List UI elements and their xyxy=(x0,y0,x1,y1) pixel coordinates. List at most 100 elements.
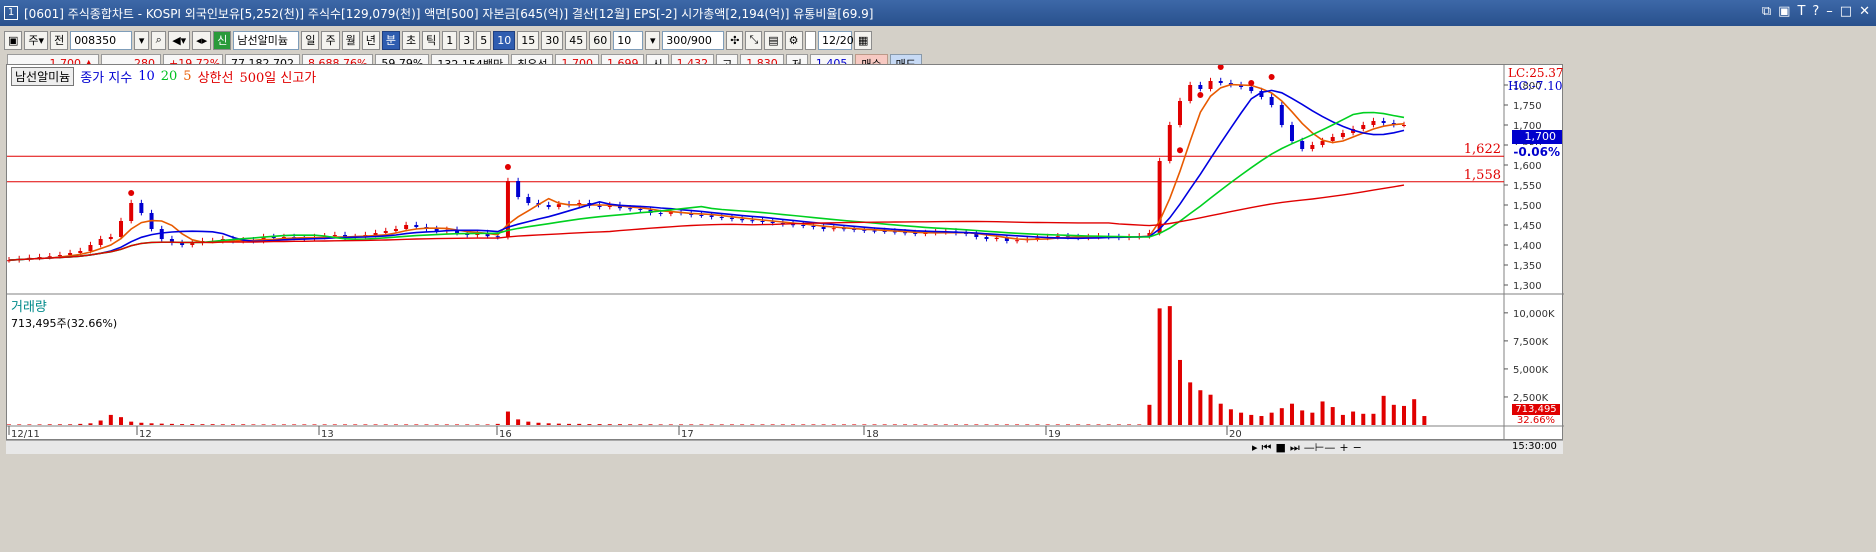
price-tick-label: 1,500 xyxy=(1513,201,1542,212)
volume-bar xyxy=(78,423,83,425)
stock-code-input[interactable]: 008350 xyxy=(70,30,133,50)
ma20-line xyxy=(8,111,1405,261)
change-marker: -0.06% xyxy=(1512,145,1562,159)
candle-body xyxy=(760,221,765,222)
candle-body xyxy=(801,225,806,226)
volume-bar xyxy=(668,424,673,425)
tile-icon[interactable]: ▣ xyxy=(1778,4,1790,19)
period-month[interactable]: 월 xyxy=(341,30,360,50)
candle-body xyxy=(638,209,643,210)
candle-body xyxy=(526,197,531,203)
interval-dropdown-icon[interactable]: ▾ xyxy=(645,30,661,50)
period-week[interactable]: 주 xyxy=(321,30,340,50)
interval-1[interactable]: 1 xyxy=(442,30,458,50)
interval-3[interactable]: 3 xyxy=(459,30,475,50)
trend-tool-icon[interactable]: ⤡ xyxy=(745,30,763,50)
volume-bar xyxy=(1157,308,1162,425)
volume-bar xyxy=(1300,410,1305,425)
volume-bar xyxy=(241,424,246,425)
volume-bar xyxy=(872,424,877,425)
volume-bar xyxy=(1208,394,1213,425)
close-icon[interactable]: ✕ xyxy=(1859,4,1870,19)
forward-icon[interactable]: ⏭ xyxy=(1290,441,1300,455)
interval-5[interactable]: 5 xyxy=(476,30,492,50)
volume-bar xyxy=(617,424,622,425)
new-high-dot xyxy=(128,190,135,196)
volume-bar xyxy=(302,424,307,425)
volume-bar xyxy=(231,424,236,425)
minimize-icon[interactable]: – xyxy=(1826,4,1833,19)
maximize-icon[interactable]: □ xyxy=(1840,4,1852,19)
volume-bar xyxy=(1106,424,1111,425)
font-icon[interactable]: T xyxy=(1797,4,1805,19)
zoom-slider[interactable]: —⊢— xyxy=(1304,441,1336,455)
period-tick[interactable]: 틱 xyxy=(422,30,441,50)
interval-10[interactable]: 10 xyxy=(493,30,516,50)
new-high-dot xyxy=(1268,74,1275,80)
volume-bar xyxy=(638,424,643,425)
chart-area[interactable]: 1,8001,7501,7001,6501,6001,5501,5001,450… xyxy=(6,64,1564,441)
zoom-out-icon[interactable]: − xyxy=(1353,441,1362,455)
scroll-right-icon[interactable]: ▸ xyxy=(1252,441,1258,455)
stop-icon[interactable]: ■ xyxy=(1275,441,1285,455)
volume-bar xyxy=(190,424,195,425)
volume-tick-label: 2,500K xyxy=(1513,393,1549,404)
date-checkbox[interactable] xyxy=(804,30,817,50)
volume-bar xyxy=(108,414,113,425)
volume-bar xyxy=(149,423,154,425)
candle-body xyxy=(1279,105,1284,125)
mode-select[interactable]: 전 xyxy=(50,30,69,50)
period-second[interactable]: 초 xyxy=(401,30,421,50)
candle-body xyxy=(1289,125,1294,141)
interval-15[interactable]: 15 xyxy=(517,30,540,50)
volume-bar xyxy=(251,424,256,425)
code-dropdown-icon[interactable]: ▾ xyxy=(134,30,150,50)
volume-bar xyxy=(679,424,684,425)
help-icon[interactable]: ? xyxy=(1812,4,1819,19)
sound-icon[interactable]: ◀▾ xyxy=(168,30,191,50)
count-input[interactable]: 300/900 xyxy=(662,30,725,50)
candle-body xyxy=(1188,85,1193,101)
stock-name: 남선알미늄 xyxy=(233,30,300,50)
chart-canvas[interactable]: 1,8001,7501,7001,6501,6001,5501,5001,450… xyxy=(7,65,1564,441)
candle-body xyxy=(729,217,734,219)
zoom-in-icon[interactable]: + xyxy=(1339,441,1348,455)
volume-bar xyxy=(994,424,999,425)
volume-bar xyxy=(1045,424,1050,425)
period-minute[interactable]: 분 xyxy=(381,30,400,50)
volume-bar xyxy=(1025,424,1030,425)
interval-30[interactable]: 30 xyxy=(541,30,564,50)
volume-bar xyxy=(312,424,317,425)
date-input[interactable]: 12/20 xyxy=(818,30,854,50)
volume-tick-label: 10,000K xyxy=(1513,309,1555,320)
volume-bar xyxy=(119,417,124,425)
interval-select[interactable]: 10 xyxy=(613,30,644,50)
volume-bar xyxy=(1422,416,1427,425)
volume-bar xyxy=(953,424,958,425)
window-icon[interactable]: 1 xyxy=(4,6,18,20)
x-tick-label: 12/11 xyxy=(11,429,40,440)
save-icon[interactable]: ▤ xyxy=(764,30,783,50)
candle-body xyxy=(1249,87,1254,91)
candle-body xyxy=(872,230,877,232)
prev-next-icon[interactable]: ◂▸ xyxy=(192,30,212,50)
layout-icon[interactable]: ▣ xyxy=(4,30,23,50)
volume-pct-marker: 32.66% xyxy=(1516,415,1556,426)
crosshair-icon[interactable]: ✣ xyxy=(726,30,744,50)
type-select[interactable]: 주 ▾ xyxy=(24,30,49,50)
settings-icon[interactable]: ⚙ xyxy=(784,30,803,50)
rewind-icon[interactable]: ⏮ xyxy=(1262,441,1272,455)
new-high-dot xyxy=(1248,80,1255,86)
ma5-line xyxy=(8,83,1405,261)
period-year[interactable]: 년 xyxy=(361,30,380,50)
legend-stock-name[interactable]: 남선알미늄 xyxy=(11,67,75,86)
interval-45[interactable]: 45 xyxy=(565,30,588,50)
calendar-icon[interactable]: ▦ xyxy=(854,30,873,50)
search-icon[interactable]: ⌕ xyxy=(151,30,167,50)
candle-body xyxy=(180,243,185,245)
interval-60[interactable]: 60 xyxy=(589,30,612,50)
period-day[interactable]: 일 xyxy=(301,30,320,50)
volume-bar xyxy=(831,424,836,425)
restore-layout-icon[interactable]: ⧉ xyxy=(1762,4,1771,19)
volume-title[interactable]: 거래량 xyxy=(11,300,47,315)
